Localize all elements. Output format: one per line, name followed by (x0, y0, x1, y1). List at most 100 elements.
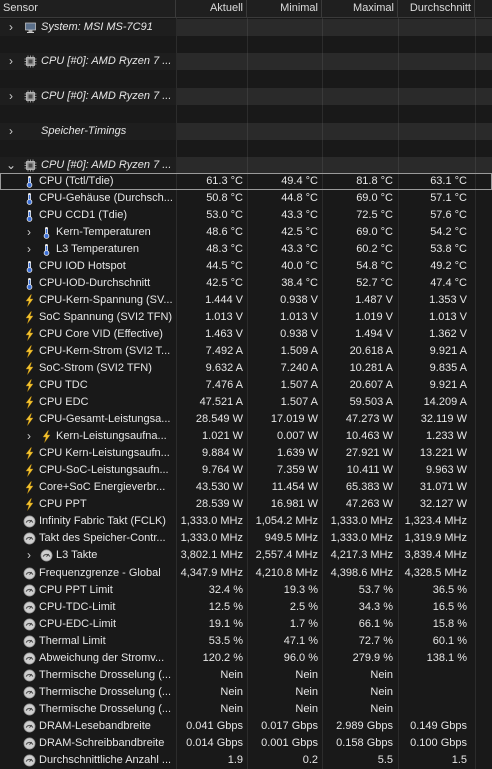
sensor-name: Durchschnittliche Anzahl ... (39, 753, 172, 766)
sensor-row[interactable]: CPU IOD Hotspot 44.5 °C 40.0 °C 54.8 °C 49.2… (0, 258, 492, 275)
clock-icon (23, 601, 36, 613)
max-value: 2.989 Gbps (336, 719, 393, 732)
min-value: Nein (295, 702, 318, 715)
sensor-row[interactable]: Thermal Limit 53.5 % 47.1 % 72.7 % 60.1 % (0, 633, 492, 650)
max-value: 59.503 A (349, 396, 393, 409)
sensor-row[interactable]: Durchschnittliche Anzahl ... 1.9 0.2 5.5 1.5 (0, 752, 492, 769)
column-avg-header[interactable]: Durchschnitt (398, 0, 475, 17)
sensor-name: Takt des Speicher-Contr... (39, 532, 166, 545)
sensor-row[interactable]: CPU-TDC-Limit 12.5 % 2.5 % 34.3 % 16.5 % (0, 599, 492, 616)
sensor-group[interactable]: › CPU [#0]: AMD Ryzen 7 ... (0, 88, 492, 105)
current-value: 9.764 W (202, 464, 243, 477)
column-current-header[interactable]: Aktuell (176, 0, 247, 17)
sensor-group[interactable]: › CPU [#0]: AMD Ryzen 7 ... (0, 53, 492, 70)
lightning-icon (25, 345, 34, 358)
max-value: 69.0 °C (356, 192, 393, 204)
avg-value: 4,328.5 MHz (404, 566, 467, 579)
sensor-row[interactable]: Thermische Drosselung (... Nein Nein Nein (0, 667, 492, 684)
sensor-row[interactable]: CPU PPT 28.539 W 16.981 W 47.263 W 32.127 W (0, 496, 492, 513)
min-value: 7.240 A (280, 362, 318, 375)
sensor-row[interactable]: Core+SoC Energieverbr... 43.530 W 11.454 W… (0, 479, 492, 496)
sensor-row[interactable]: CPU-SoC-Leistungsaufn... 9.764 W 7.359 W 10… (0, 462, 492, 479)
column-min-header[interactable]: Minimal (247, 0, 322, 17)
sensor-row[interactable]: Frequenzgrenze - Global 4,347.9 MHz 4,210.… (0, 565, 492, 582)
clock-icon (23, 686, 36, 699)
sensor-name: CPU-Gehäuse (Durchsch... (39, 192, 173, 204)
min-value: 19.3 % (283, 583, 318, 596)
avg-value: 0.100 Gbps (410, 736, 467, 749)
min-value: 42.5 °C (281, 226, 318, 239)
expand-chevron-icon[interactable]: › (6, 88, 16, 105)
cpu-chip-icon (24, 55, 37, 68)
min-value: 1.013 V (280, 311, 318, 324)
sensor-row[interactable]: › Kern-Temperaturen 48.6 °C 42.5 °C 69.0 °C 5… (0, 224, 492, 241)
avg-value: 15.8 % (432, 617, 467, 630)
avg-value: 49.2 °C (430, 260, 467, 273)
sensor-row[interactable]: › Kern-Leistungsaufna... 1.021 W 0.007 W 10.… (0, 428, 492, 445)
avg-value: 54.2 °C (430, 226, 467, 239)
sensor-row[interactable]: CPU-Kern-Strom (SVI2 T... 7.492 A 1.509 A 2… (0, 343, 492, 360)
sensor-row[interactable]: › L3 Temperaturen 48.3 °C 43.3 °C 60.2 °C 53.… (0, 241, 492, 258)
sensor-row[interactable]: Takt des Speicher-Contr... 1,333.0 MHz 949… (0, 530, 492, 547)
collapse-chevron-icon[interactable]: ⌄ (6, 157, 16, 174)
expand-chevron-icon[interactable]: › (24, 547, 34, 564)
sensor-row[interactable]: CPU-IOD-Durchschnitt 42.5 °C 38.4 °C 52.7 °… (0, 275, 492, 292)
sensor-row[interactable]: CPU Core VID (Effective) 1.463 V 0.938 V 1.… (0, 326, 492, 343)
sensor-row[interactable]: CPU Kern-Leistungsaufn... 9.884 W 1.639 W 2… (0, 445, 492, 462)
avg-value: 57.1 °C (430, 192, 467, 204)
sensor-row[interactable]: CPU (Tctl/Tdie) 61.3 °C 49.4 °C 81.8 °C 63.1… (0, 173, 492, 190)
sensor-row[interactable]: Thermische Drosselung (... Nein Nein Nein (0, 684, 492, 701)
sensor-row[interactable]: CPU TDC 7.476 A 1.507 A 20.607 A 9.921 A (0, 377, 492, 394)
sensor-row[interactable]: CPU-Kern-Spannung (SV... 1.444 V 0.938 V 1.… (0, 292, 492, 309)
avg-value: 32.127 W (419, 498, 467, 511)
avg-value: 1.233 W (426, 430, 467, 443)
column-max-header[interactable]: Maximal (322, 0, 398, 17)
group-value-band (176, 123, 492, 140)
sensor-group[interactable]: › System: MSI MS-7C91 (0, 19, 492, 36)
sensor-name: Kern-Leistungsaufna... (56, 430, 167, 443)
column-sensor-header[interactable]: Sensor (0, 0, 176, 17)
lightning-icon (25, 413, 34, 426)
min-value: 0.938 V (280, 294, 318, 307)
sensor-row[interactable]: DRAM-Schreibbandbreite 0.014 Gbps 0.001 Gb… (0, 735, 492, 752)
cpu-chip-icon (24, 90, 37, 103)
sensor-row[interactable]: DRAM-Lesebandbreite 0.041 Gbps 0.017 Gbps 2… (0, 718, 492, 735)
current-value: 1.021 W (202, 430, 243, 443)
sensor-row[interactable]: CPU-Gesamt-Leistungsa... 28.549 W 17.019 W… (0, 411, 492, 428)
sensor-group[interactable]: ⌄ CPU [#0]: AMD Ryzen 7 ... (0, 157, 492, 174)
sensor-row[interactable]: CPU-EDC-Limit 19.1 % 1.7 % 66.1 % 15.8 % (0, 616, 492, 633)
expand-chevron-icon[interactable]: › (6, 19, 16, 36)
sensor-name: SoC Spannung (SVI2 TFN) (39, 311, 173, 324)
min-value: 1.507 A (280, 396, 318, 409)
expand-chevron-icon[interactable]: › (24, 428, 34, 445)
lightning-icon (25, 498, 34, 512)
sensor-row[interactable]: SoC Spannung (SVI2 TFN) 1.013 V 1.013 V 1.0… (0, 309, 492, 326)
current-value: 53.5 % (208, 634, 243, 647)
expand-chevron-icon[interactable]: › (6, 53, 16, 70)
avg-value: 1.5 (451, 753, 467, 766)
avg-value: 138.1 % (426, 651, 467, 664)
sensor-group[interactable]: › Speicher-Timings (0, 123, 492, 140)
sensor-row[interactable]: CPU EDC 47.521 A 1.507 A 59.503 A 14.209 A (0, 394, 492, 411)
clock-icon (23, 532, 36, 545)
min-value: 1.509 A (280, 345, 318, 358)
sensor-row[interactable]: Abweichung der Stromv... 120.2 % 96.0 % 279… (0, 650, 492, 667)
current-value: 120.2 % (202, 651, 243, 664)
avg-value: 31.071 W (419, 481, 467, 494)
sensor-row[interactable]: SoC-Strom (SVI2 TFN) 9.632 A 7.240 A 10.281… (0, 360, 492, 377)
expand-chevron-icon[interactable]: › (24, 224, 34, 241)
min-value: 4,210.8 MHz (255, 566, 318, 579)
sensor-row[interactable]: Thermische Drosselung (... Nein Nein Nein (0, 701, 492, 718)
cpu-chip-icon (24, 159, 37, 172)
sensor-row[interactable]: Infinity Fabric Takt (FCLK) 1,333.0 MHz 1,… (0, 513, 492, 530)
sensor-name: CPU PPT Limit (39, 583, 113, 596)
sensor-row[interactable]: › L3 Takte 3,802.1 MHz 2,557.4 MHz 4,217.3 M… (0, 547, 492, 564)
expand-chevron-icon[interactable]: › (24, 241, 34, 258)
sensor-row[interactable]: CPU-Gehäuse (Durchsch... 50.8 °C 44.8 °C 69… (0, 190, 492, 207)
sensor-row[interactable]: CPU CCD1 (Tdie) 53.0 °C 43.3 °C 72.5 °C 57.6… (0, 207, 492, 224)
sensor-name: CPU IOD Hotspot (39, 260, 126, 273)
sensor-row[interactable]: CPU PPT Limit 32.4 % 19.3 % 53.7 % 36.5 % (0, 582, 492, 599)
expand-chevron-icon[interactable]: › (6, 123, 16, 140)
clock-icon (23, 737, 36, 750)
clock-icon (23, 515, 36, 528)
